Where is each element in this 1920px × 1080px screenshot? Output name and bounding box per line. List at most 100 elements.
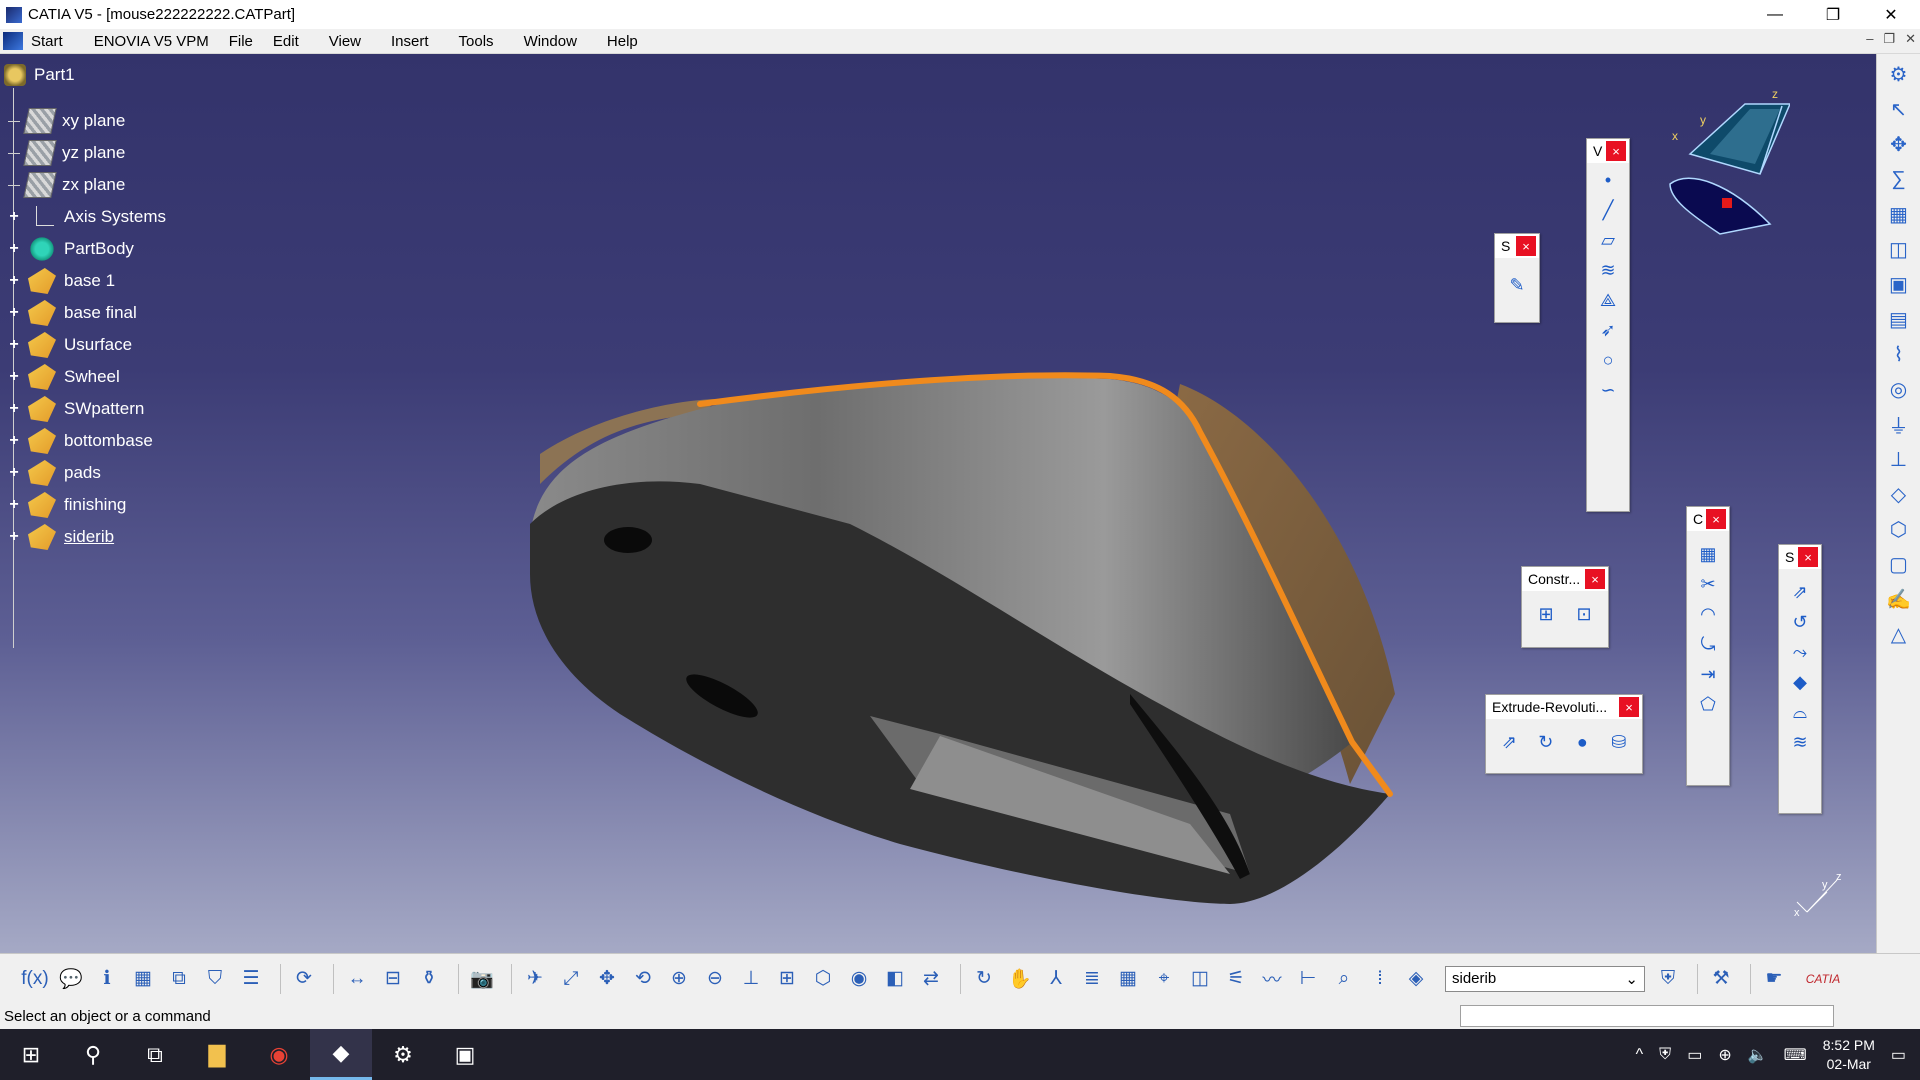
reaction-icon[interactable]: ⛉ bbox=[200, 964, 230, 994]
compass-handle[interactable] bbox=[1722, 198, 1732, 208]
power-input-field[interactable] bbox=[1460, 1005, 1834, 1027]
volume-icon[interactable]: 🔈 bbox=[1748, 1045, 1768, 1065]
constraint-icon[interactable]: ⊞ bbox=[1533, 601, 1559, 627]
revolve-surface-icon[interactable]: ↺ bbox=[1787, 609, 1813, 635]
analysis-icon[interactable]: ⌇ bbox=[1884, 339, 1914, 369]
tree-expand-icon[interactable]: ≣ bbox=[1077, 964, 1107, 994]
menu-view[interactable]: View bbox=[323, 33, 385, 50]
toolbar-close-button[interactable]: × bbox=[1606, 141, 1626, 161]
minimize-button[interactable]: — bbox=[1746, 0, 1804, 29]
fillet-icon[interactable]: ◠ bbox=[1695, 601, 1721, 627]
current-geometrical-set-select[interactable]: siderib ⌄ bbox=[1445, 965, 1645, 992]
doc-restore-icon[interactable]: ❐ bbox=[1883, 31, 1895, 47]
menu-file[interactable]: File bbox=[223, 33, 267, 50]
multi-view-icon[interactable]: ⊞ bbox=[772, 964, 802, 994]
notification-icon[interactable]: ▭ bbox=[1891, 1045, 1906, 1065]
menu-insert[interactable]: Insert bbox=[385, 33, 453, 50]
shield-icon[interactable]: ⛨ bbox=[1653, 964, 1683, 994]
chrome-icon[interactable]: ◉ bbox=[248, 1029, 310, 1080]
ruler-icon[interactable]: ⦙ bbox=[1365, 964, 1395, 994]
split-icon[interactable]: ✂ bbox=[1695, 571, 1721, 597]
constraint-defined-icon[interactable]: ⊡ bbox=[1571, 601, 1597, 627]
update-icon[interactable]: ⟳ bbox=[289, 964, 319, 994]
catalog-icon[interactable]: ⧉ bbox=[164, 964, 194, 994]
capture-icon[interactable]: 📷 bbox=[467, 964, 497, 994]
zoom-in-icon[interactable]: ⊕ bbox=[664, 964, 694, 994]
menu-edit[interactable]: Edit bbox=[267, 33, 323, 50]
extrude-icon[interactable]: ⇗ bbox=[1496, 729, 1522, 755]
join-icon[interactable]: ▦ bbox=[1695, 541, 1721, 567]
hand-icon[interactable]: ✋ bbox=[1005, 964, 1035, 994]
3d-constraint-icon[interactable]: ⚟ bbox=[1221, 964, 1251, 994]
refresh-icon[interactable]: ↻ bbox=[969, 964, 999, 994]
multi-section-icon[interactable]: ⌓ bbox=[1787, 699, 1813, 725]
3d-viewport[interactable]: Part1 xy plane yz plane zx plane + Axis … bbox=[0, 54, 1876, 953]
toolbar-close-button[interactable]: × bbox=[1585, 569, 1605, 589]
chevron-up-icon[interactable]: ^ bbox=[1636, 1046, 1644, 1064]
toolbar-close-button[interactable]: × bbox=[1516, 236, 1536, 256]
work-support-icon[interactable]: ◫ bbox=[1185, 964, 1215, 994]
projection-icon[interactable]: ≋ bbox=[1595, 257, 1621, 283]
doc-minimize-icon[interactable]: – bbox=[1866, 31, 1873, 47]
keyboard-icon[interactable]: ⌨ bbox=[1784, 1045, 1807, 1065]
pan-icon[interactable]: ✥ bbox=[592, 964, 622, 994]
circle-icon[interactable]: ○ bbox=[1595, 347, 1621, 373]
toolbar-close-button[interactable]: × bbox=[1619, 697, 1639, 717]
point-icon[interactable]: • bbox=[1595, 167, 1621, 193]
formula-icon[interactable]: ∑ bbox=[1884, 164, 1914, 194]
compass-base[interactable] bbox=[1669, 177, 1772, 235]
mass-icon[interactable]: ⚱ bbox=[414, 964, 444, 994]
box-icon[interactable]: ▢ bbox=[1884, 549, 1914, 579]
normal-view-icon[interactable]: ⊥ bbox=[736, 964, 766, 994]
offset-curve-icon[interactable]: ➶ bbox=[1595, 317, 1621, 343]
draft-analysis-icon[interactable]: ⊥ bbox=[1884, 444, 1914, 474]
start-logo-icon[interactable] bbox=[3, 32, 23, 50]
measure-item-icon[interactable]: ⊟ bbox=[378, 964, 408, 994]
isometric-view-icon[interactable]: ⬡ bbox=[808, 964, 838, 994]
transform-icon[interactable]: ⤿ bbox=[1695, 631, 1721, 657]
comment-icon[interactable]: 💬 bbox=[56, 964, 86, 994]
sketch-analysis-icon[interactable]: △ bbox=[1884, 619, 1914, 649]
fly-mode-icon[interactable]: ✈ bbox=[520, 964, 550, 994]
menu-tools[interactable]: Tools bbox=[453, 33, 518, 50]
extrude-surface-icon[interactable]: ⇗ bbox=[1787, 579, 1813, 605]
tree-icon[interactable]: ⊢ bbox=[1293, 964, 1323, 994]
swap-space-icon[interactable]: ⇄ bbox=[916, 964, 946, 994]
toolbar-close-button[interactable]: × bbox=[1706, 509, 1726, 529]
render-icon[interactable]: ◎ bbox=[1884, 374, 1914, 404]
hand-pointer-icon[interactable]: ☛ bbox=[1759, 964, 1789, 994]
plane-tool-icon[interactable]: ▱ bbox=[1595, 227, 1621, 253]
curve-analysis-icon[interactable]: 〰 bbox=[1257, 964, 1287, 994]
workbench-icon[interactable]: ⚙ bbox=[1884, 59, 1914, 89]
cylinder-icon[interactable]: ⛁ bbox=[1606, 729, 1632, 755]
boundary-icon[interactable]: ⬠ bbox=[1695, 691, 1721, 717]
knowledge-icon[interactable]: ℹ bbox=[92, 964, 122, 994]
close-button[interactable]: ✕ bbox=[1862, 0, 1920, 29]
spline-icon[interactable]: ∽ bbox=[1595, 377, 1621, 403]
sweep-icon[interactable]: ⤳ bbox=[1787, 639, 1813, 665]
snap-icon[interactable]: ⌖ bbox=[1149, 964, 1179, 994]
menu-enovia[interactable]: ENOVIA V5 VPM bbox=[88, 33, 223, 50]
measure-between-icon[interactable]: ↔ bbox=[342, 964, 372, 994]
hide-show-icon[interactable]: ◧ bbox=[880, 964, 910, 994]
define-in-work-object-icon[interactable]: ◈ bbox=[1401, 964, 1431, 994]
sphere-icon[interactable]: ● bbox=[1569, 729, 1595, 755]
axis-system-icon[interactable]: ⅄ bbox=[1041, 964, 1071, 994]
settings-icon[interactable]: ⚙ bbox=[372, 1029, 434, 1080]
app-taskbar-icon[interactable]: ▣ bbox=[434, 1029, 496, 1080]
network-icon[interactable]: ⊕ bbox=[1718, 1045, 1731, 1065]
line-icon[interactable]: ╱ bbox=[1595, 197, 1621, 223]
revolve-icon[interactable]: ↻ bbox=[1533, 729, 1559, 755]
annotation-icon[interactable]: ✍ bbox=[1884, 584, 1914, 614]
work-grid-icon[interactable]: ▦ bbox=[1113, 964, 1143, 994]
macro-icon[interactable]: ⚒ bbox=[1706, 964, 1736, 994]
shading-icon[interactable]: ◉ bbox=[844, 964, 874, 994]
select-icon[interactable]: ↖ bbox=[1884, 94, 1914, 124]
zoom-out-icon[interactable]: ⊖ bbox=[700, 964, 730, 994]
menu-start[interactable]: Start bbox=[29, 33, 88, 50]
windows-start-icon[interactable]: ⊞ bbox=[0, 1029, 62, 1080]
formula-fx-icon[interactable]: f(x) bbox=[20, 964, 50, 994]
measure-inertia-icon[interactable]: ⬡ bbox=[1884, 514, 1914, 544]
extrapolate-icon[interactable]: ⇥ bbox=[1695, 661, 1721, 687]
fill-icon[interactable]: ◆ bbox=[1787, 669, 1813, 695]
